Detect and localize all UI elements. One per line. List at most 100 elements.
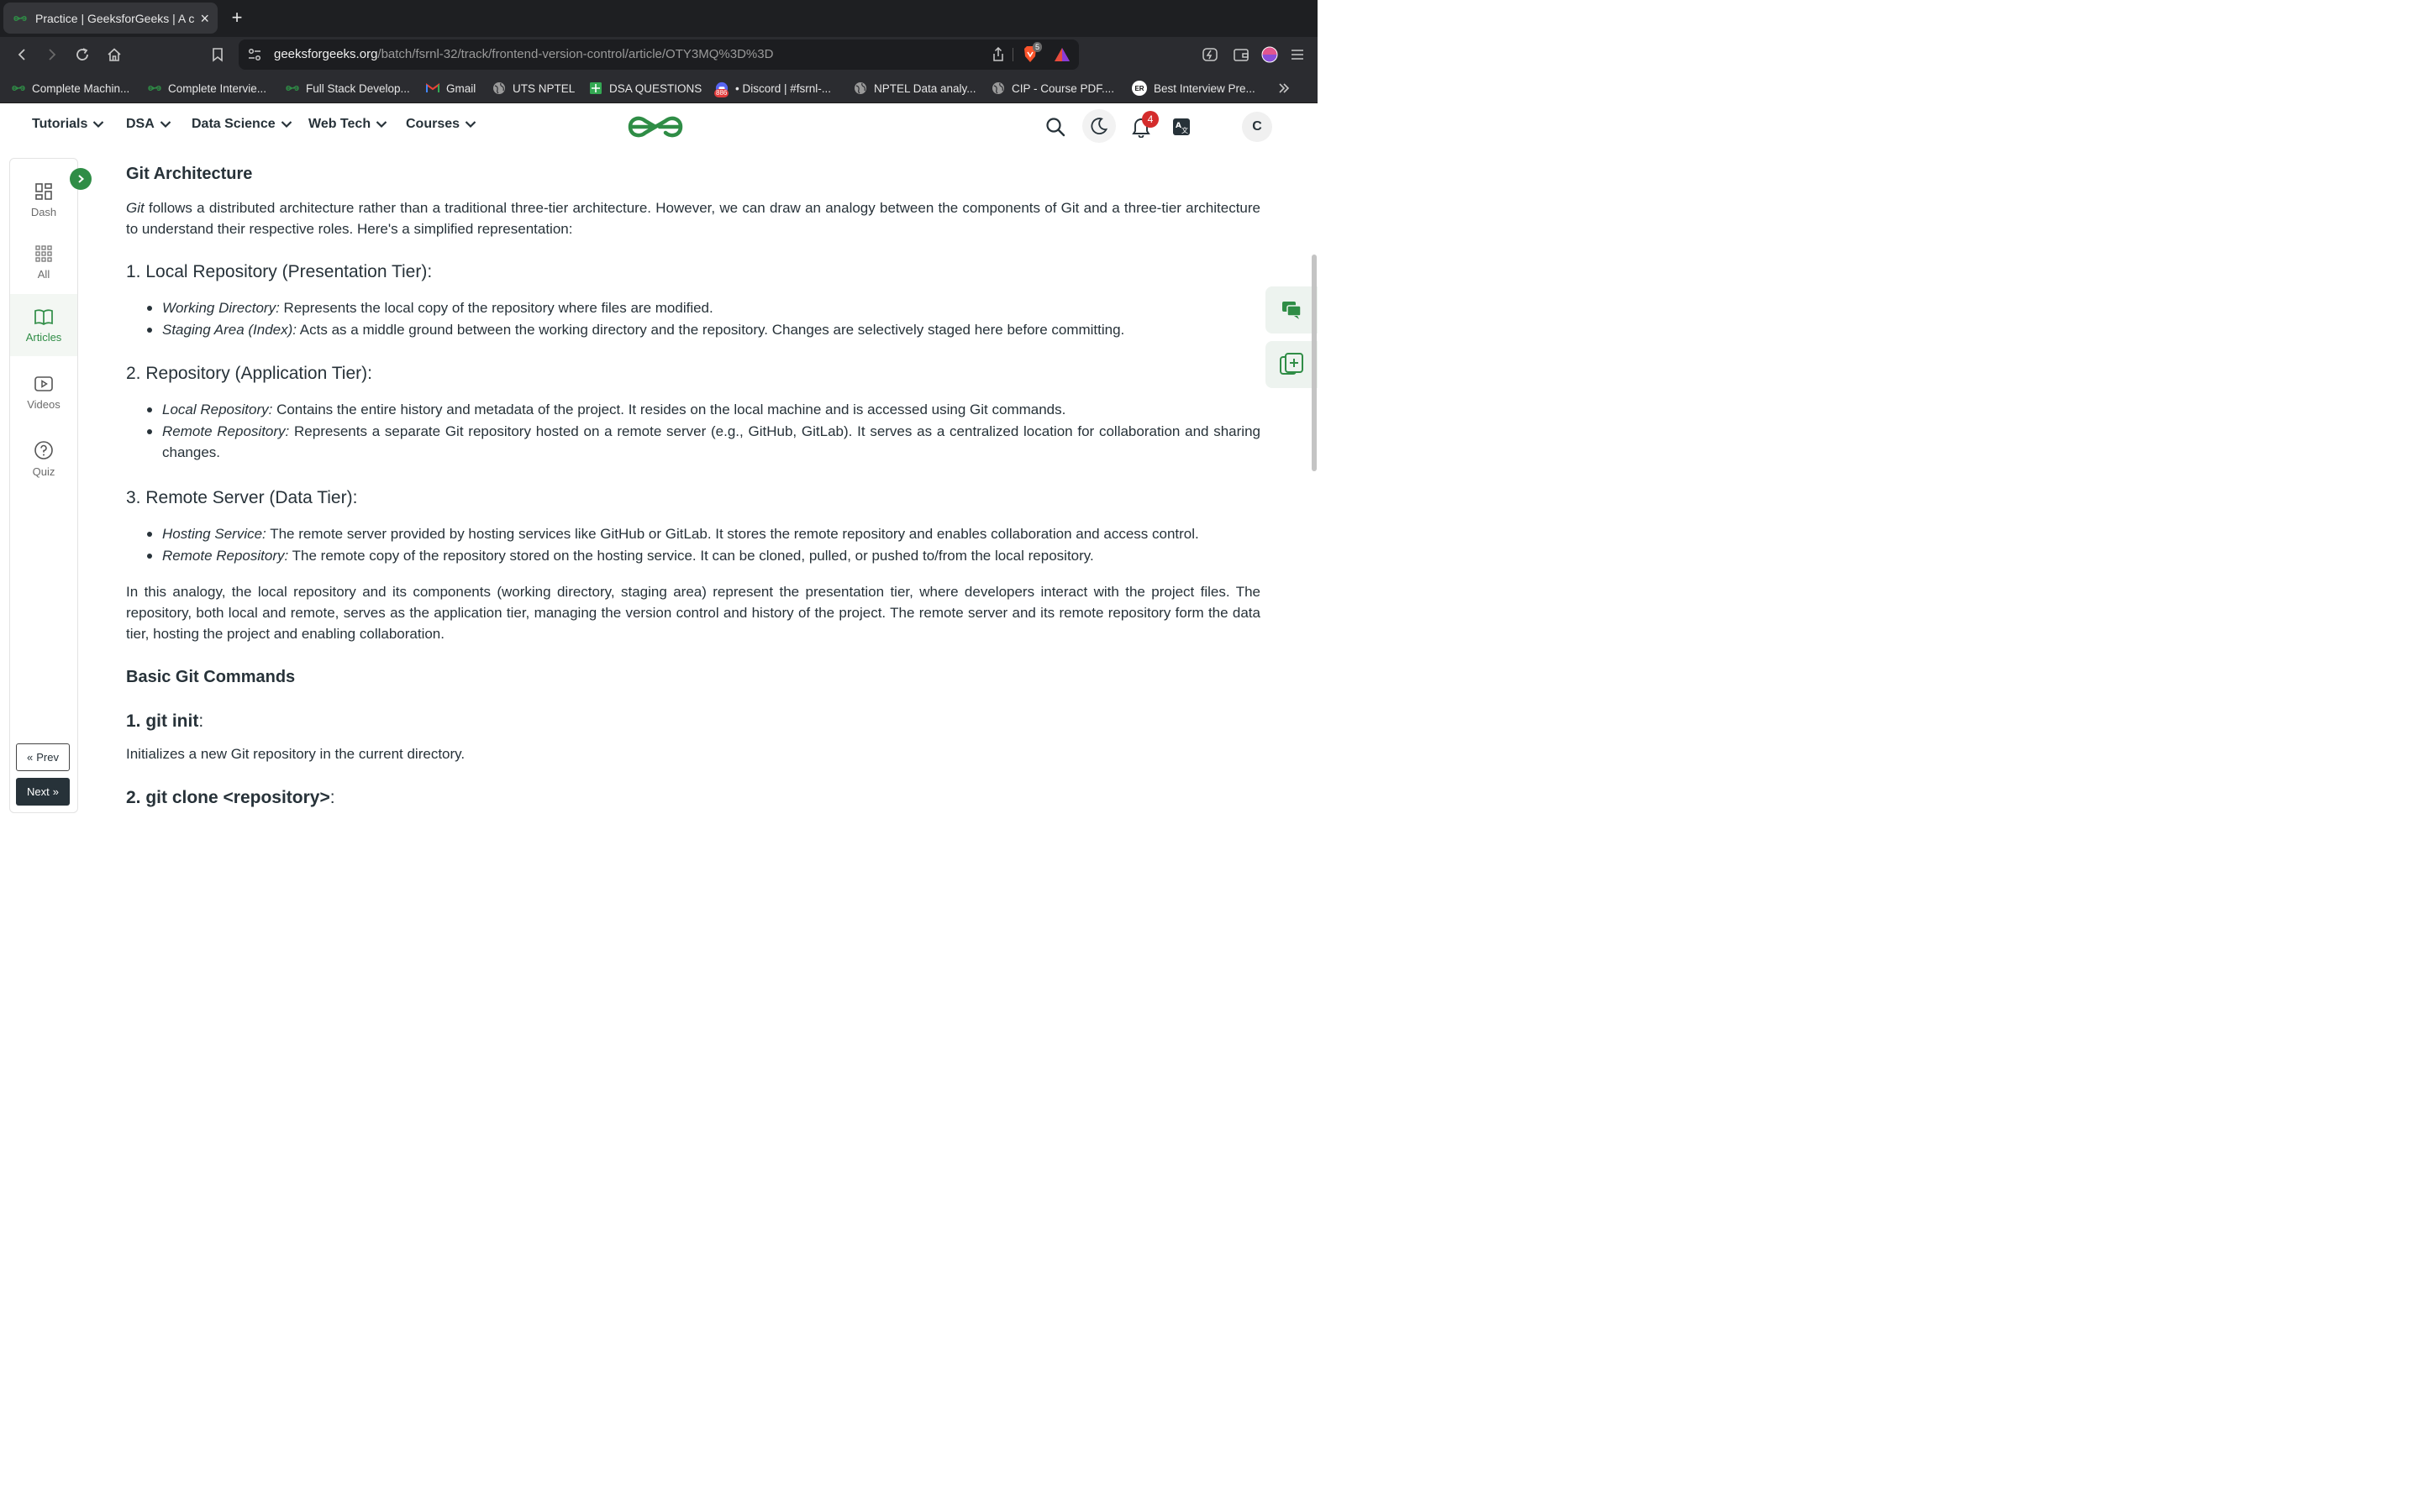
bullet-text: Represents a separate Git repository hos… — [162, 423, 1260, 460]
gfg-logo-icon[interactable] — [627, 113, 684, 141]
globe-icon — [854, 81, 867, 95]
new-tab-button[interactable]: + — [227, 7, 247, 29]
sidebar-item-videos[interactable]: Videos — [10, 361, 77, 423]
chevron-down-icon — [376, 121, 387, 129]
chevron-down-icon — [160, 121, 171, 129]
bookmark-label: UTS NPTEL — [513, 81, 576, 95]
svg-text:A: A — [1176, 122, 1181, 130]
home-icon[interactable] — [104, 45, 124, 65]
gmail-icon — [426, 81, 439, 95]
wallet-icon[interactable] — [1231, 45, 1251, 65]
add-copy-icon — [1280, 353, 1303, 375]
nav-dsa[interactable]: DSA — [126, 117, 171, 132]
prev-label: Prev — [36, 751, 59, 764]
chat-icon — [1282, 302, 1302, 319]
intro-paragraph: Git follows a distributed architecture r… — [126, 197, 1260, 239]
nav-web-tech[interactable]: Web Tech — [308, 117, 387, 132]
sidebar-expand-button[interactable] — [70, 168, 92, 190]
sidebar-item-label: Articles — [25, 330, 62, 344]
gfg-favicon-icon — [148, 81, 161, 95]
book-icon — [34, 308, 53, 325]
page-scrollbar[interactable] — [1309, 150, 1318, 823]
bookmark-item[interactable]: CIP - Course PDF.... — [992, 80, 1114, 97]
search-icon[interactable] — [1042, 113, 1069, 140]
bookmark-label: Gmail — [446, 81, 476, 95]
list-item: Staging Area (Index): Acts as a middle g… — [147, 319, 1260, 340]
prev-button[interactable]: « Prev — [16, 743, 70, 771]
section-heading: 3. Remote Server (Data Tier): — [126, 488, 358, 507]
notifications-button[interactable]: 4 — [1128, 111, 1159, 140]
forward-icon[interactable] — [42, 45, 62, 65]
list-item: Remote Repository: The remote copy of th… — [147, 545, 1260, 566]
sidebar-item-all[interactable]: All — [10, 231, 77, 293]
bookmark-item[interactable]: Full Stack Develop... — [286, 80, 410, 97]
command-title: 1. git init — [126, 711, 199, 731]
bookmark-item[interactable]: Gmail — [426, 80, 476, 97]
bookmark-item[interactable]: 886 • Discord | #fsrnl-... — [714, 80, 831, 97]
leo-ai-icon[interactable] — [1200, 45, 1220, 65]
globe-icon — [992, 81, 1005, 95]
site-settings-icon[interactable] — [247, 48, 262, 61]
nav-tutorials[interactable]: Tutorials — [32, 117, 104, 132]
browser-toolbar: geeksforgeeks.org/batch/fsrnl-32/track/f… — [0, 37, 1318, 72]
bookmark-icon[interactable] — [208, 45, 228, 65]
menu-icon[interactable] — [1287, 45, 1307, 65]
avatar[interactable]: C — [1242, 112, 1272, 142]
sidebar-item-label: Quiz — [32, 465, 55, 478]
bookmark-item[interactable]: Complete Intervie... — [148, 80, 266, 97]
bookmark-item[interactable]: DSA QUESTIONS — [589, 80, 702, 97]
url-path: /batch/fsrnl-32/track/frontend-version-c… — [377, 47, 774, 61]
back-icon[interactable] — [12, 45, 32, 65]
next-button[interactable]: Next » — [16, 778, 70, 806]
globe-icon — [492, 81, 506, 95]
nav-courses[interactable]: Courses — [406, 117, 476, 132]
grid-icon — [35, 244, 52, 262]
double-chevron-left-icon: « — [27, 751, 34, 764]
brave-shields-icon[interactable]: 5 — [1022, 42, 1043, 64]
scrollbar-thumb[interactable] — [1312, 255, 1317, 471]
chevron-right-icon — [78, 175, 85, 183]
bookmarks-overflow-icon[interactable] — [1277, 80, 1291, 97]
double-chevron-right-icon: » — [52, 785, 59, 798]
brave-rewards-icon[interactable] — [1054, 47, 1071, 62]
sidebar-item-label: All — [37, 267, 50, 281]
bullet-text: The remote server provided by hosting se… — [266, 526, 1199, 542]
tab-title: Practice | GeeksforGeeks | A c — [35, 11, 195, 25]
bookmark-item[interactable]: UTS NPTEL — [492, 80, 575, 97]
nav-data-science[interactable]: Data Science — [192, 117, 292, 132]
reload-icon[interactable] — [72, 45, 92, 65]
nav-label: DSA — [126, 117, 155, 131]
bookmarks-bar: Complete Machin... Complete Intervie... … — [0, 72, 1318, 103]
profile-icon[interactable] — [1260, 45, 1280, 65]
bullet-term: Remote Repository: — [162, 423, 290, 439]
bookmark-item[interactable]: ER Best Interview Pre... — [1132, 80, 1255, 97]
list-item: Working Directory: Represents the local … — [147, 297, 1260, 318]
address-bar[interactable]: geeksforgeeks.org/batch/fsrnl-32/track/f… — [239, 39, 1079, 70]
browser-tab-active[interactable]: Practice | GeeksforGeeks | A c × — [3, 3, 218, 34]
share-icon[interactable] — [992, 47, 1005, 62]
left-sidebar: Dash All Articles Videos Quiz — [9, 158, 78, 813]
gfg-favicon-icon — [12, 81, 25, 95]
bullet-text: Contains the entire history and metadata… — [272, 402, 1066, 417]
bookmark-label: NPTEL Data analy... — [874, 81, 976, 95]
dark-mode-toggle[interactable] — [1082, 109, 1116, 143]
list-item: Hosting Service: The remote server provi… — [147, 523, 1260, 544]
list-item: Remote Repository: Represents a separate… — [147, 421, 1260, 463]
sidebar-item-articles[interactable]: Articles — [10, 294, 77, 356]
er-logo-icon: ER — [1132, 81, 1147, 96]
bookmark-label: Complete Intervie... — [168, 81, 267, 95]
browser-tab-bar: Practice | GeeksforGeeks | A c × + — [0, 0, 1318, 37]
translate-icon[interactable]: A文 — [1168, 113, 1195, 140]
bullet-text: The remote copy of the repository stored… — [288, 548, 1094, 564]
bookmark-item[interactable]: NPTEL Data analy... — [854, 80, 976, 97]
sidebar-item-dash[interactable]: Dash — [10, 169, 77, 231]
section-heading: 2. Repository (Application Tier): — [126, 364, 372, 383]
nav-label: Web Tech — [308, 117, 371, 131]
bullet-term: Remote Repository: — [162, 548, 289, 564]
sidebar-item-label: Dash — [30, 205, 57, 218]
tab-close-icon[interactable]: × — [200, 11, 209, 26]
question-icon — [34, 440, 53, 459]
sidebar-item-quiz[interactable]: Quiz — [10, 428, 77, 490]
discord-badge: 886 — [714, 89, 729, 97]
bookmark-item[interactable]: Complete Machin... — [12, 80, 129, 97]
